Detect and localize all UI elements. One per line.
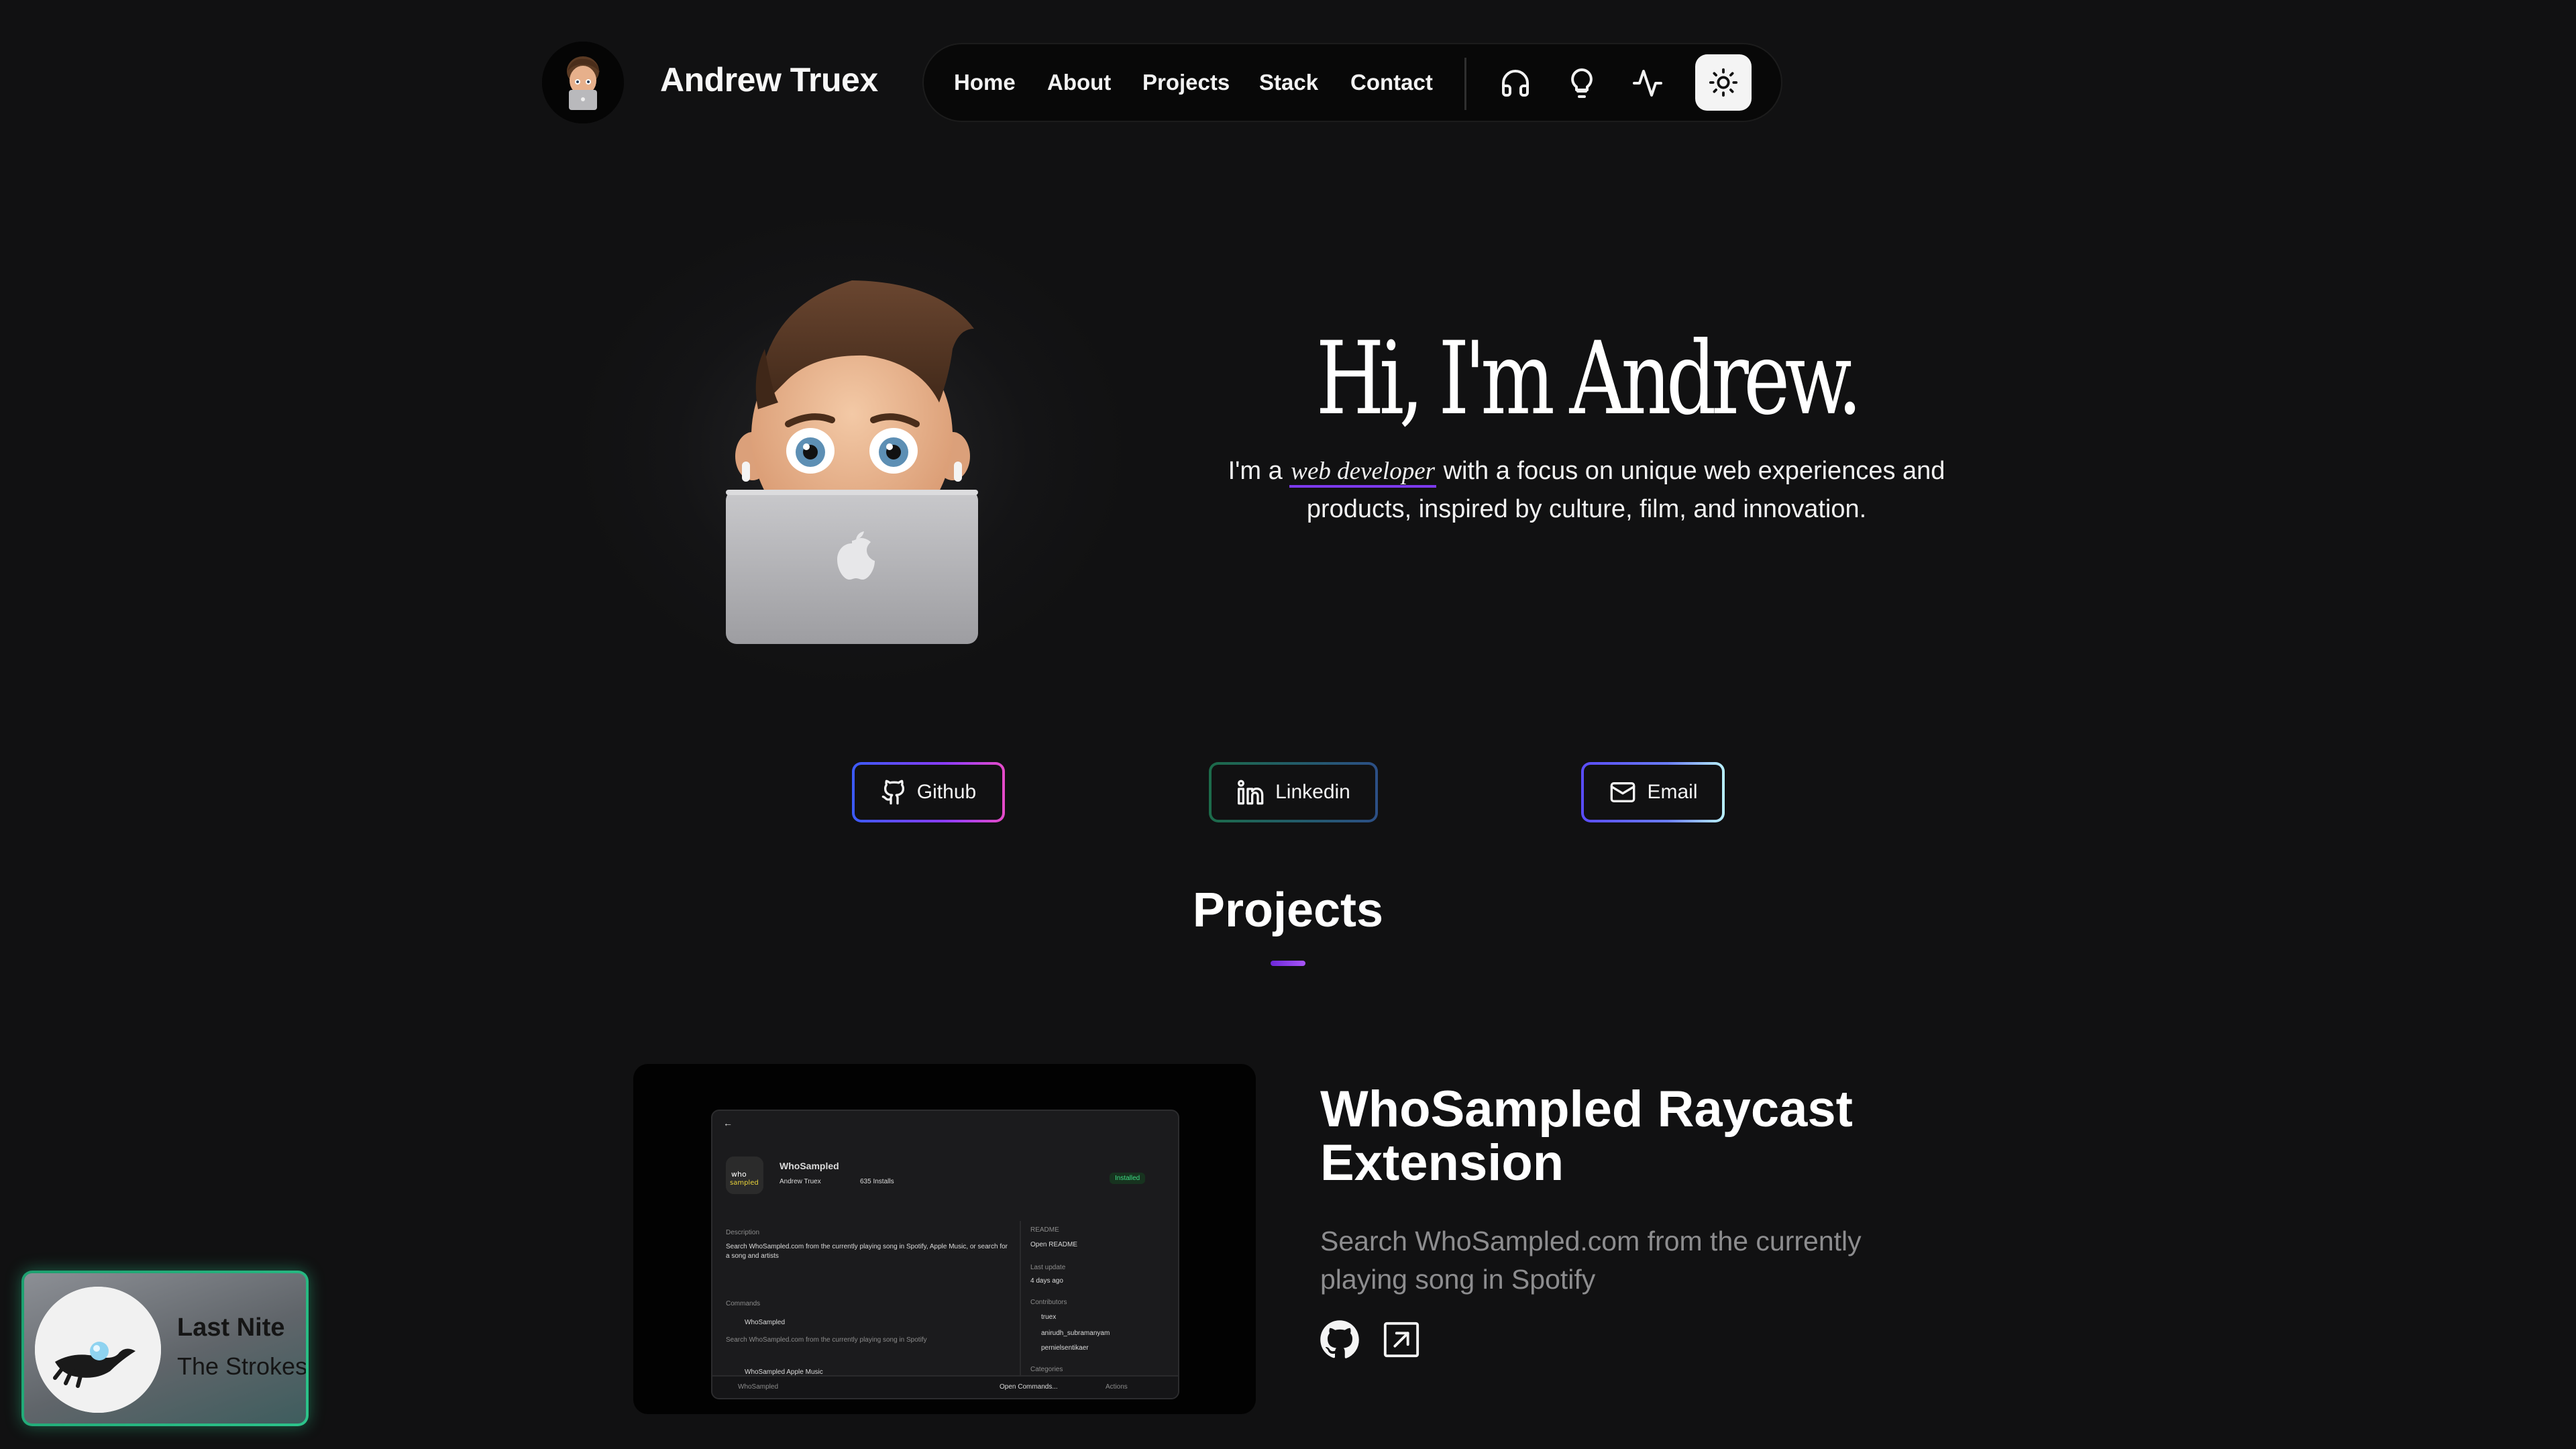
rc-installs: 635 Installs — [860, 1178, 894, 1185]
hero-intro: I'm a web developer with a focus on uniq… — [1208, 452, 1966, 528]
rc-footer-left: WhoSampled — [738, 1383, 779, 1391]
rc-categories-label: Categories — [1030, 1366, 1063, 1373]
now-playing-artist: The Strokes — [177, 1352, 306, 1380]
rc-readme-value: Open README — [1030, 1241, 1078, 1248]
linkedin-button[interactable]: Linkedin — [1209, 762, 1378, 822]
rc-footer: WhoSampled Open Commands... Actions — [712, 1375, 1178, 1398]
raycast-window: ← who sampled WhoSampled Andrew Truex 635… — [711, 1110, 1179, 1399]
nav-divider — [1464, 58, 1466, 110]
project-title: WhoSampled Raycast Extension — [1320, 1081, 1853, 1191]
lightbulb-icon[interactable] — [1563, 64, 1601, 102]
hero-title: Hi, I'm Andrew. — [1316, 321, 1863, 437]
now-playing-widget[interactable]: Last Nite The Strokes — [21, 1271, 309, 1426]
linkedin-label: Linkedin — [1275, 781, 1350, 803]
rc-update-value: 4 days ago — [1030, 1277, 1063, 1285]
nav-contact[interactable]: Contact — [1350, 70, 1433, 95]
svg-text:sampled: sampled — [730, 1179, 759, 1187]
theme-toggle-button[interactable] — [1695, 54, 1752, 111]
whosampled-logo: who sampled — [726, 1157, 763, 1194]
svg-text:who: who — [731, 1170, 747, 1179]
project-screenshot[interactable]: ← who sampled WhoSampled Andrew Truex 635… — [633, 1064, 1256, 1414]
project-external-link-icon[interactable] — [1381, 1319, 1422, 1360]
rc-footer-right: Actions — [1106, 1383, 1128, 1391]
rc-contributor: pernielsentikaer — [1041, 1344, 1089, 1352]
header-avatar[interactable] — [542, 42, 624, 123]
rc-installed-badge: Installed — [1110, 1173, 1146, 1184]
rc-contributor: anirudh_subramanyam — [1041, 1330, 1110, 1337]
site-name[interactable]: Andrew Truex — [660, 60, 878, 99]
activity-icon[interactable] — [1629, 64, 1666, 102]
github-button[interactable]: Github — [852, 762, 1005, 822]
rc-footer-mid: Open Commands... — [1000, 1383, 1058, 1391]
rc-command-1: WhoSampled — [745, 1319, 786, 1326]
nav-projects[interactable]: Projects — [1142, 70, 1230, 95]
rc-readme-label: README — [1030, 1226, 1059, 1234]
rc-author: Andrew Truex — [780, 1178, 821, 1185]
back-arrow-icon: ← — [723, 1118, 733, 1128]
rc-contributor: truex — [1041, 1313, 1057, 1321]
rc-description: Search WhoSampled.com from the currently… — [726, 1243, 1008, 1260]
email-button[interactable]: Email — [1581, 762, 1725, 822]
rc-commands-label: Commands — [726, 1300, 761, 1307]
nav-home[interactable]: Home — [954, 70, 1016, 95]
sun-icon — [1709, 68, 1738, 97]
github-label: Github — [916, 781, 977, 803]
rc-command-1-desc: Search WhoSampled.com from the currently… — [726, 1336, 927, 1344]
mail-icon — [1611, 782, 1635, 802]
project-description: Search WhoSampled.com from the currently… — [1320, 1226, 1862, 1295]
projects-heading: Projects — [1192, 883, 1384, 937]
github-icon — [881, 780, 904, 805]
email-label: Email — [1647, 781, 1698, 803]
nav-stack[interactable]: Stack — [1259, 70, 1318, 95]
album-art — [35, 1287, 161, 1413]
rc-contributors-label: Contributors — [1030, 1299, 1067, 1306]
rc-update-label: Last update — [1030, 1264, 1066, 1271]
nav-about[interactable]: About — [1047, 70, 1111, 95]
rc-ext-name: WhoSampled — [780, 1161, 839, 1171]
memoji-illustration — [718, 268, 986, 644]
project-github-icon[interactable] — [1319, 1319, 1360, 1360]
memoji-avatar-icon — [542, 42, 624, 123]
hero-intro-highlight: web developer — [1289, 458, 1437, 488]
headphones-icon[interactable] — [1497, 64, 1534, 102]
linkedin-icon — [1238, 780, 1264, 805]
now-playing-title: Last Nite — [177, 1313, 285, 1342]
projects-heading-underline — [1271, 961, 1305, 966]
rc-divider — [1020, 1221, 1021, 1382]
rc-description-label: Description — [726, 1229, 760, 1236]
hero-intro-before: I'm a — [1228, 457, 1283, 485]
